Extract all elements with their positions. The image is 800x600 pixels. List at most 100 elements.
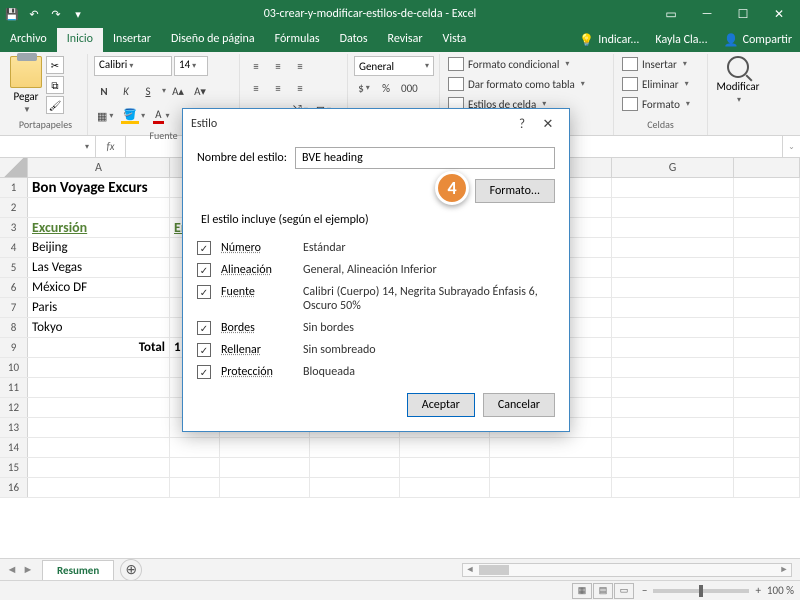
align-top-icon[interactable]: ≡ <box>246 56 266 76</box>
close-icon[interactable]: ✕ <box>762 3 796 25</box>
increase-font-icon[interactable]: A▴ <box>168 81 188 101</box>
name-box[interactable]: ▾ <box>0 136 96 157</box>
col-header[interactable]: A <box>28 158 170 177</box>
cell[interactable] <box>310 438 400 457</box>
cell[interactable] <box>28 418 170 437</box>
checkbox[interactable]: ✓ <box>197 241 211 255</box>
style-name-input[interactable] <box>295 147 555 169</box>
align-center-icon[interactable]: ≡ <box>268 78 288 98</box>
row-header[interactable]: 10 <box>0 358 28 377</box>
col-header[interactable]: G <box>612 158 734 177</box>
cell[interactable] <box>612 398 734 417</box>
format-button[interactable]: Formato... <box>475 179 555 203</box>
cell[interactable] <box>612 238 734 257</box>
cell[interactable] <box>220 478 310 497</box>
row-header[interactable]: 4 <box>0 238 28 257</box>
borders-icon[interactable]: ▦▾ <box>94 106 116 126</box>
tab-revisar[interactable]: Revisar <box>378 28 433 52</box>
comma-icon[interactable]: 000 <box>398 78 421 98</box>
share-button[interactable]: 👤 Compartir <box>716 28 800 52</box>
cell[interactable] <box>612 258 734 277</box>
checkbox[interactable]: ✓ <box>197 285 211 299</box>
align-bottom-icon[interactable]: ≡ <box>290 56 310 76</box>
cell[interactable] <box>400 458 490 477</box>
redo-icon[interactable]: ↷ <box>48 6 64 22</box>
normal-view-icon[interactable]: ▦ <box>572 583 592 599</box>
cell[interactable] <box>612 438 734 457</box>
cell[interactable] <box>28 478 170 497</box>
cell[interactable] <box>28 398 170 417</box>
align-right-icon[interactable]: ≡ <box>290 78 310 98</box>
zoom-in-icon[interactable]: + <box>755 584 760 597</box>
tab-insertar[interactable]: Insertar <box>103 28 161 52</box>
cell[interactable] <box>400 478 490 497</box>
cell[interactable] <box>220 438 310 457</box>
cell[interactable]: Paris <box>28 298 170 317</box>
currency-icon[interactable]: $▾ <box>354 78 374 98</box>
next-sheet-icon[interactable]: ► <box>23 563 34 576</box>
cell[interactable] <box>28 198 170 217</box>
cell[interactable] <box>612 378 734 397</box>
format-painter-icon[interactable]: 🖌 <box>46 96 64 114</box>
row-header[interactable]: 9 <box>0 338 28 357</box>
cell[interactable] <box>28 438 170 457</box>
row-header[interactable]: 11 <box>0 378 28 397</box>
undo-icon[interactable]: ↶ <box>26 6 42 22</box>
row-header[interactable]: 14 <box>0 438 28 457</box>
cell[interactable] <box>612 178 734 197</box>
cell[interactable]: Las Vegas <box>28 258 170 277</box>
h-scrollbar[interactable]: ◄► <box>462 563 792 577</box>
cell[interactable] <box>310 458 400 477</box>
fill-color-icon[interactable]: 🪣▾ <box>118 106 148 126</box>
cell[interactable] <box>28 358 170 377</box>
cell[interactable] <box>612 478 734 497</box>
delete-cells-button[interactable]: Eliminar▾ <box>620 76 701 92</box>
copy-icon[interactable]: ⧉ <box>46 76 64 94</box>
italic-button[interactable]: K <box>116 81 136 101</box>
page-layout-view-icon[interactable]: ▤ <box>593 583 613 599</box>
cell[interactable] <box>612 418 734 437</box>
insert-cells-button[interactable]: Insertar▾ <box>620 56 701 72</box>
checkbox[interactable]: ✓ <box>197 263 211 277</box>
decrease-font-icon[interactable]: A▾ <box>190 81 210 101</box>
tab-vista[interactable]: Vista <box>433 28 477 52</box>
add-sheet-button[interactable]: ⊕ <box>120 559 142 581</box>
cell[interactable]: Bon Voyage Excurs <box>28 178 170 197</box>
cell[interactable]: Beijing <box>28 238 170 257</box>
cell[interactable]: México DF <box>28 278 170 297</box>
sheet-tab-resumen[interactable]: Resumen <box>42 560 114 580</box>
maximize-icon[interactable]: ☐ <box>726 3 760 25</box>
zoom-out-icon[interactable]: − <box>642 584 647 597</box>
conditional-format-button[interactable]: Formato condicional▾ <box>446 56 607 72</box>
percent-icon[interactable]: % <box>376 78 396 98</box>
cell[interactable] <box>28 378 170 397</box>
row-header[interactable]: 2 <box>0 198 28 217</box>
cell[interactable] <box>612 298 734 317</box>
tab-inicio[interactable]: Inicio <box>57 28 103 52</box>
font-size-select[interactable]: 14▾ <box>174 56 208 76</box>
cell[interactable] <box>612 458 734 477</box>
number-format-select[interactable]: General▾ <box>354 56 434 76</box>
cell[interactable] <box>490 458 612 477</box>
ribbon-options-icon[interactable]: ▭ <box>654 3 688 25</box>
cell[interactable] <box>612 318 734 337</box>
page-break-view-icon[interactable]: ▭ <box>614 583 634 599</box>
align-left-icon[interactable]: ≡ <box>246 78 266 98</box>
cell[interactable]: Excursión <box>28 218 170 237</box>
cell[interactable] <box>170 458 220 477</box>
zoom-level[interactable]: 100 % <box>767 584 794 597</box>
cell[interactable] <box>612 358 734 377</box>
font-color-icon[interactable]: A▾ <box>150 106 172 126</box>
font-name-select[interactable]: Calibri▾ <box>94 56 172 76</box>
save-icon[interactable]: 💾 <box>4 6 20 22</box>
tell-me[interactable]: 💡 Indicar... <box>571 28 647 52</box>
tab-formulas[interactable]: Fórmulas <box>265 28 330 52</box>
qat-customize-icon[interactable]: ▾ <box>70 6 86 22</box>
editing-button[interactable]: Modificar ▾ <box>714 56 762 105</box>
dialog-help-icon[interactable]: ? <box>509 117 535 132</box>
prev-sheet-icon[interactable]: ◄ <box>7 563 18 576</box>
cell[interactable] <box>612 198 734 217</box>
ok-button[interactable]: Aceptar <box>407 393 475 417</box>
checkbox[interactable]: ✓ <box>197 365 211 379</box>
account-user[interactable]: Kayla Cla... <box>647 28 715 52</box>
